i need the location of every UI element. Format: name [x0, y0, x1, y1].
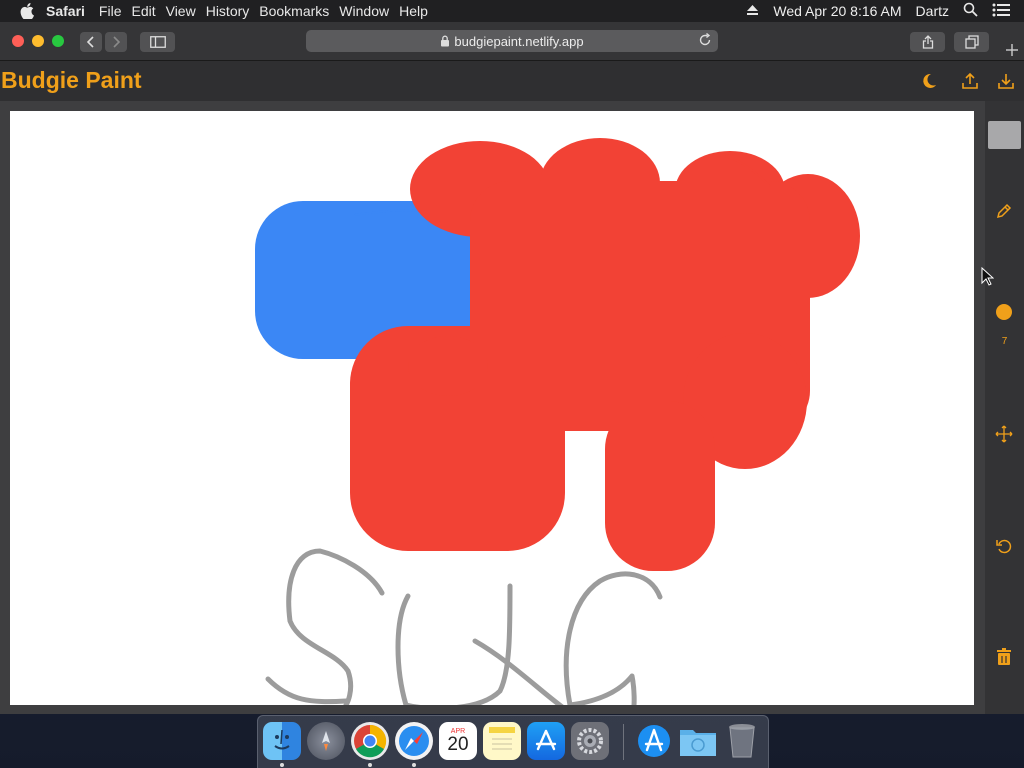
dock-separator — [623, 724, 624, 760]
finder-icon[interactable] — [263, 722, 301, 760]
pencil-icon[interactable] — [994, 201, 1014, 221]
menu-bar: Safari File Edit View History Bookmarks … — [0, 0, 1024, 22]
chrome-icon[interactable] — [351, 722, 389, 760]
sidebar-toggle-button[interactable] — [140, 32, 175, 52]
close-window-button[interactable] — [12, 35, 24, 47]
brush-size-icon[interactable] — [994, 302, 1014, 322]
drawing-canvas[interactable] — [10, 111, 974, 705]
plus-icon — [1006, 44, 1018, 56]
trash-icon[interactable] — [994, 647, 1014, 667]
color-swatch[interactable] — [988, 121, 1021, 149]
minimize-window-button[interactable] — [32, 35, 44, 47]
dock: APR 20 — [257, 715, 769, 768]
mouse-cursor — [981, 266, 995, 292]
app-store-icon[interactable] — [527, 722, 565, 760]
tab-overview-button[interactable] — [954, 32, 989, 52]
app-store-folder-icon[interactable] — [635, 722, 673, 760]
tool-sidebar: 7 — [985, 101, 1024, 714]
undo-icon[interactable] — [994, 536, 1014, 556]
spotlight-search-icon[interactable] — [963, 2, 978, 20]
system-preferences-icon[interactable] — [571, 722, 609, 760]
finder-running-dot — [280, 763, 284, 767]
menu-help[interactable]: Help — [399, 3, 428, 19]
back-button[interactable] — [80, 32, 102, 52]
safari-running-dot — [412, 763, 416, 767]
move-icon[interactable] — [994, 424, 1014, 444]
upload-icon[interactable] — [960, 71, 980, 91]
menu-view[interactable]: View — [166, 3, 196, 19]
lock-icon — [441, 35, 450, 47]
download-icon[interactable] — [996, 71, 1016, 91]
menu-history[interactable]: History — [206, 3, 250, 19]
clock[interactable]: Wed Apr 20 8:16 AM — [773, 3, 901, 19]
app-title: Budgie Paint — [1, 67, 142, 93]
url-text: budgiepaint.netlify.app — [454, 33, 584, 49]
menu-window[interactable]: Window — [339, 3, 389, 19]
launchpad-icon[interactable] — [307, 722, 345, 760]
menu-edit[interactable]: Edit — [131, 3, 155, 19]
calendar-icon[interactable]: APR 20 — [439, 722, 477, 760]
app-header: Budgie Paint — [0, 61, 1024, 101]
notes-icon[interactable] — [483, 722, 521, 760]
browser-toolbar: budgiepaint.netlify.app — [0, 22, 1024, 61]
menu-file[interactable]: File — [99, 3, 122, 19]
reload-icon[interactable] — [698, 32, 712, 50]
canvas-drawing — [255, 138, 860, 705]
new-tab-button[interactable] — [1000, 38, 1024, 62]
chevron-left-icon — [86, 36, 94, 48]
notification-center-icon[interactable] — [992, 3, 1010, 20]
calendar-day: 20 — [447, 734, 469, 755]
share-icon — [922, 35, 933, 49]
address-bar[interactable]: budgiepaint.netlify.app — [306, 30, 718, 52]
zoom-window-button[interactable] — [52, 35, 64, 47]
chevron-right-icon — [113, 36, 121, 48]
sidebar-icon — [149, 36, 166, 48]
red-stroke — [350, 138, 860, 571]
menu-bookmarks[interactable]: Bookmarks — [259, 3, 329, 19]
workspace — [0, 101, 985, 714]
gray-handwriting — [265, 548, 663, 705]
menu-app-name[interactable]: Safari — [46, 3, 85, 19]
downloads-folder-icon[interactable] — [679, 722, 717, 760]
safari-icon[interactable] — [395, 722, 433, 760]
desktop: Safari File Edit View History Bookmarks … — [0, 0, 1024, 768]
moon-icon[interactable] — [919, 71, 939, 91]
eject-icon[interactable] — [746, 3, 759, 19]
user-name[interactable]: Dartz — [916, 3, 949, 19]
tabs-icon — [964, 35, 979, 49]
chrome-running-dot — [368, 763, 372, 767]
trash-can-icon[interactable] — [723, 722, 761, 760]
brush-size-label: 7 — [1001, 336, 1008, 347]
share-button[interactable] — [910, 32, 945, 52]
apple-menu-icon[interactable] — [18, 0, 36, 22]
forward-button[interactable] — [105, 32, 127, 52]
